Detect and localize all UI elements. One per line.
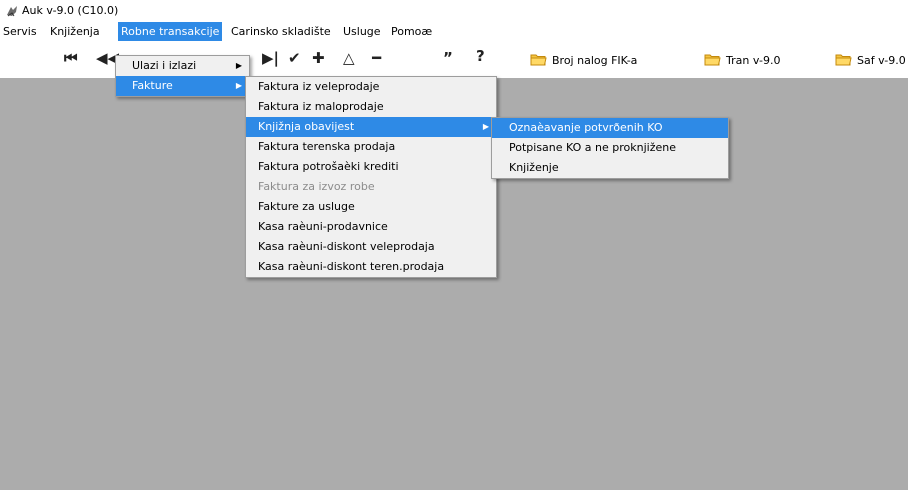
- quote-icon[interactable]: ”: [443, 51, 453, 66]
- title-bar: Auk v-9.0 (C10.0): [0, 0, 908, 22]
- check-icon[interactable]: ✔: [288, 51, 301, 66]
- menu-item-knjizna-obavijest[interactable]: Knjižnja obavijest ▶: [246, 117, 496, 137]
- folder-icon: [530, 54, 547, 66]
- chevron-right-icon: ▶: [235, 61, 242, 70]
- menu-item-label: Faktura za izvoz robe: [258, 180, 375, 193]
- menu-item-label: Fakture za usluge: [258, 200, 355, 213]
- menu-item-label: Kasa raèuni-diskont teren.prodaja: [258, 260, 445, 273]
- menu-item-label: Ulazi i izlazi: [132, 59, 197, 72]
- menu-item-knjizenje[interactable]: Knjiženje: [492, 158, 728, 178]
- menu-item-faktura-veleprodaje[interactable]: Faktura iz veleprodaje: [246, 77, 496, 97]
- menu-item-label: Faktura iz veleprodaje: [258, 80, 380, 93]
- tran-button[interactable]: Tran v-9.0: [704, 53, 781, 69]
- menu-carinsko-skladiste[interactable]: Carinsko skladište: [228, 22, 334, 41]
- menu-item-label: Faktura iz maloprodaje: [258, 100, 384, 113]
- fakture-submenu: Faktura iz veleprodaje Faktura iz malopr…: [245, 76, 497, 278]
- menu-knjizenja[interactable]: Knjiženja: [47, 22, 103, 41]
- chevron-right-icon: ▶: [482, 122, 489, 131]
- menu-servis[interactable]: Servis: [0, 22, 40, 41]
- menu-item-faktura-maloprodaje[interactable]: Faktura iz maloprodaje: [246, 97, 496, 117]
- menu-item-label: Fakture: [132, 79, 173, 92]
- menu-robne-transakcije[interactable]: Robne transakcije: [118, 22, 223, 41]
- menu-item-fakture-usluge[interactable]: Fakture za usluge: [246, 197, 496, 217]
- menu-bar: Servis Knjiženja Robne transakcije Carin…: [0, 22, 908, 41]
- menu-item-oznacavanje-ko[interactable]: Oznaèavanje potvrðenih KO: [492, 118, 728, 138]
- last-record-icon[interactable]: ▶|: [262, 51, 279, 66]
- saf-label: Saf v-9.0: [857, 54, 906, 67]
- menu-item-label: Faktura terenska prodaja: [258, 140, 396, 153]
- chevron-right-icon: ▶: [235, 81, 242, 90]
- folder-icon: [704, 54, 721, 66]
- robne-transakcije-menu: Ulazi i izlazi ▶ Fakture ▶: [115, 55, 250, 97]
- menu-item-label: Knjižnja obavijest: [258, 120, 355, 133]
- folder-icon: [835, 54, 852, 66]
- menu-item-label: Knjiženje: [509, 161, 559, 174]
- menu-item-faktura-izvoz: Faktura za izvoz robe: [246, 177, 496, 197]
- plus-icon[interactable]: ✚: [312, 51, 325, 66]
- broj-nalog-fik-label: Broj nalog FIK-a: [552, 54, 638, 67]
- knjizna-obavijest-submenu: Oznaèavanje potvrðenih KO Potpisane KO a…: [491, 117, 729, 179]
- menu-item-kasa-diskont-veleprodaja[interactable]: Kasa raèuni-diskont veleprodaja: [246, 237, 496, 257]
- menu-item-faktura-terenska[interactable]: Faktura terenska prodaja: [246, 137, 496, 157]
- menu-item-label: Potpisane KO a ne proknjižene: [509, 141, 676, 154]
- menu-usluge[interactable]: Usluge: [340, 22, 384, 41]
- minus-icon[interactable]: ━: [372, 51, 381, 66]
- menu-item-potpisane-ko[interactable]: Potpisane KO a ne proknjižene: [492, 138, 728, 158]
- first-record-icon[interactable]: ⏮: [64, 51, 78, 66]
- menu-item-label: Faktura potrošaèki krediti: [258, 160, 399, 173]
- menu-item-label: Oznaèavanje potvrðenih KO: [509, 121, 663, 134]
- tran-label: Tran v-9.0: [726, 54, 781, 67]
- menu-item-kasa-prodavnice[interactable]: Kasa raèuni-prodavnice: [246, 217, 496, 237]
- menu-item-fakture[interactable]: Fakture ▶: [116, 76, 249, 96]
- window-title: Auk v-9.0 (C10.0): [22, 4, 119, 17]
- question-icon[interactable]: ?: [476, 49, 485, 64]
- menu-item-label: Kasa raèuni-prodavnice: [258, 220, 388, 233]
- saf-button[interactable]: Saf v-9.0: [835, 53, 906, 69]
- triangle-up-icon[interactable]: △: [343, 51, 355, 66]
- app-icon: [7, 6, 17, 17]
- menu-item-ulazi-izlazi[interactable]: Ulazi i izlazi ▶: [116, 56, 249, 76]
- menu-item-faktura-potrosacki[interactable]: Faktura potrošaèki krediti: [246, 157, 496, 177]
- menu-item-label: Kasa raèuni-diskont veleprodaja: [258, 240, 435, 253]
- broj-nalog-fik-button[interactable]: Broj nalog FIK-a: [530, 53, 637, 69]
- menu-item-kasa-diskont-teren[interactable]: Kasa raèuni-diskont teren.prodaja: [246, 257, 496, 277]
- menu-pomoc[interactable]: Pomoæ: [388, 22, 435, 41]
